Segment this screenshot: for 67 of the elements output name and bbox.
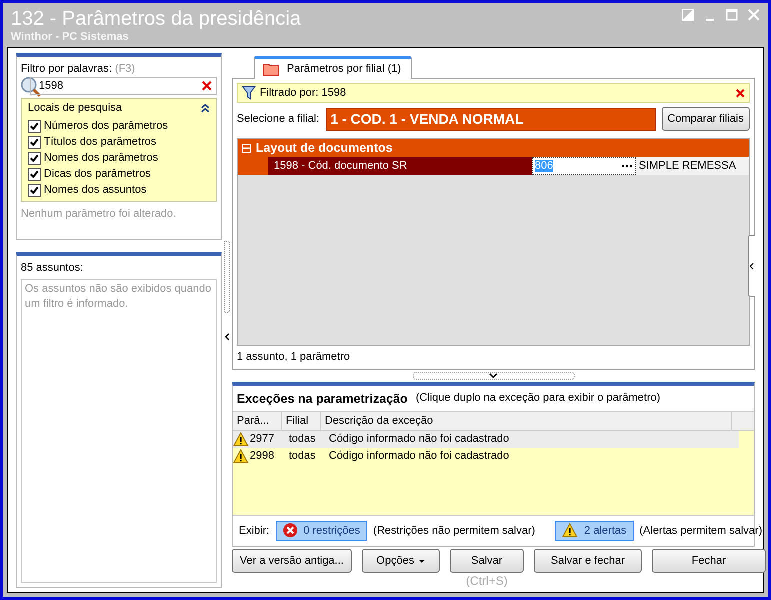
checkbox[interactable] [28, 168, 41, 180]
checkbox[interactable] [28, 120, 41, 132]
status-text: Nenhum parâmetro foi alterado. [21, 208, 178, 220]
compare-branches-button[interactable]: Comparar filiais [662, 107, 750, 131]
parameter-name: 1598 - Cód. documento SR [268, 157, 532, 175]
table-cell-text: Código informado não foi cadastrado [328, 433, 510, 446]
action-button[interactable]: Ver a versão antiga... [232, 549, 352, 573]
filter-text: Filtrado por: 1598 [260, 87, 348, 99]
show-label: Exibir: [239, 524, 270, 537]
parameter-row[interactable]: 1598 - Cód. documento SR 806 SIMPLE REMESSA [238, 157, 749, 175]
table-cell-text: todas [288, 433, 317, 446]
warning-icon [233, 432, 249, 447]
chevron-left-icon[interactable] [224, 332, 230, 340]
window-title: 132 - Parâmetros da presidência [11, 7, 302, 31]
checkbox[interactable] [28, 184, 41, 196]
splitter-handle[interactable] [412, 372, 574, 380]
warning-icon [562, 523, 578, 538]
table-cell: 2977 [250, 433, 274, 446]
clear-icon[interactable] [202, 81, 212, 91]
table-cell-text: todas [288, 450, 317, 462]
action-button[interactable]: Salvar e fechar [534, 549, 642, 573]
folder-icon [263, 62, 279, 76]
subjects-title: 85 assuntos: [21, 262, 84, 274]
branch-label: Selecione a filial: [237, 113, 320, 125]
exception-row[interactable]: 2977 todas Código informado não foi cadastrado [233, 430, 739, 448]
side-handle[interactable] [748, 235, 755, 297]
value-description: SIMPLE REMESSA [638, 159, 736, 174]
checkbox[interactable] [28, 152, 41, 164]
checkbox-label: Títulos dos parâmetros [44, 136, 156, 148]
table-cell-text: Código informado não foi cadastrado [328, 450, 510, 462]
exceptions-title: Exceções na parametrização [237, 392, 408, 406]
search-field[interactable]: 1598 [30, 77, 217, 95]
tab[interactable]: Parâmetros por filial (1) [254, 56, 412, 79]
collapse-icon[interactable] [201, 104, 210, 112]
subjects-message: Os assuntos não são exibidos quando um filtro é informado. [25, 283, 212, 310]
close-icon[interactable] [736, 88, 745, 98]
column-header[interactable]: Parâ... [233, 412, 282, 430]
checkbox-label: Nomes dos parâmetros [44, 152, 158, 164]
filter-toggle[interactable]: 2 alertas [555, 520, 634, 541]
column-header[interactable]: Descrição da exceção [321, 412, 732, 430]
locations-title: Locais de pesquisa [28, 102, 122, 114]
shortcut-hint: (Ctrl+S) [466, 574, 508, 588]
filter-note: (Alertas permitem salvar) [640, 524, 762, 537]
summary-text: 1 assunto, 1 parâmetro [237, 351, 352, 363]
group-title: Layout de documentos [256, 141, 393, 155]
checkbox-label: Nomes dos assuntos [44, 184, 147, 196]
exceptions-hint: (Clique duplo na exceção para exibir o parâmetro) [416, 392, 661, 406]
group-header[interactable]: Layout de documentos [238, 139, 749, 157]
collapse-toggle[interactable] [242, 144, 251, 152]
table-cell: 2998 [250, 450, 274, 462]
column-header[interactable]: Filial [282, 412, 321, 430]
warning-icon [233, 448, 249, 464]
filter-toggle[interactable]: 0 restrições [276, 520, 368, 541]
filter-note: (Restrições não permitem salvar) [373, 524, 536, 537]
error-icon [282, 523, 298, 538]
branch-select[interactable]: 1 - COD. 1 - VENDA NORMAL [326, 108, 656, 130]
dropdown-button[interactable]: Opções [362, 549, 440, 573]
ellipsis-icon[interactable] [622, 164, 633, 168]
checkbox-label: Números dos parâmetros [44, 120, 168, 132]
checkbox[interactable] [28, 136, 41, 148]
funnel-icon [242, 86, 256, 100]
exception-row[interactable]: 2998 todas Código informado não foi cadastrado [233, 448, 739, 465]
filter-label: Filtro por palavras: (F3) [21, 63, 136, 75]
checkbox-label: Dicas dos parâmetros [44, 168, 151, 180]
splitter-handle[interactable] [224, 240, 230, 312]
action-button[interactable]: Fechar [652, 549, 766, 573]
action-button[interactable]: Salvar [450, 549, 524, 573]
